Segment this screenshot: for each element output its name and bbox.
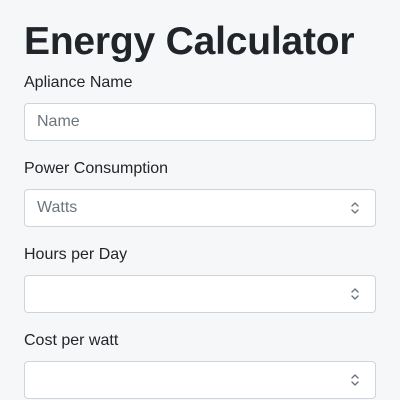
- power-consumption-input[interactable]: [37, 199, 349, 217]
- chevron-up-down-icon[interactable]: [349, 371, 361, 389]
- chevron-up-down-icon[interactable]: [349, 285, 361, 303]
- appliance-name-field-box[interactable]: [24, 103, 376, 141]
- cost-per-watt-field-box[interactable]: [24, 361, 376, 399]
- hours-per-day-label: Hours per Day: [24, 246, 128, 263]
- cost-per-watt-group: Cost per watt: [24, 331, 376, 399]
- cost-per-watt-input[interactable]: [37, 371, 349, 389]
- cost-per-watt-label: Cost per watt: [24, 332, 119, 349]
- appliance-name-group: Apliance Name: [24, 73, 376, 141]
- power-consumption-field-box[interactable]: [24, 189, 376, 227]
- hours-per-day-group: Hours per Day: [24, 245, 376, 313]
- chevron-up-down-icon[interactable]: [349, 199, 361, 217]
- power-consumption-label: Power Consumption: [24, 160, 169, 177]
- hours-per-day-input[interactable]: [37, 285, 349, 303]
- energy-calculator-page: Energy Calculator Apliance Name Power Co…: [0, 0, 400, 400]
- power-consumption-group: Power Consumption: [24, 159, 376, 227]
- hours-per-day-field-box[interactable]: [24, 275, 376, 313]
- appliance-name-input[interactable]: [37, 113, 363, 131]
- page-title: Energy Calculator: [24, 20, 355, 63]
- appliance-name-label: Apliance Name: [24, 74, 133, 91]
